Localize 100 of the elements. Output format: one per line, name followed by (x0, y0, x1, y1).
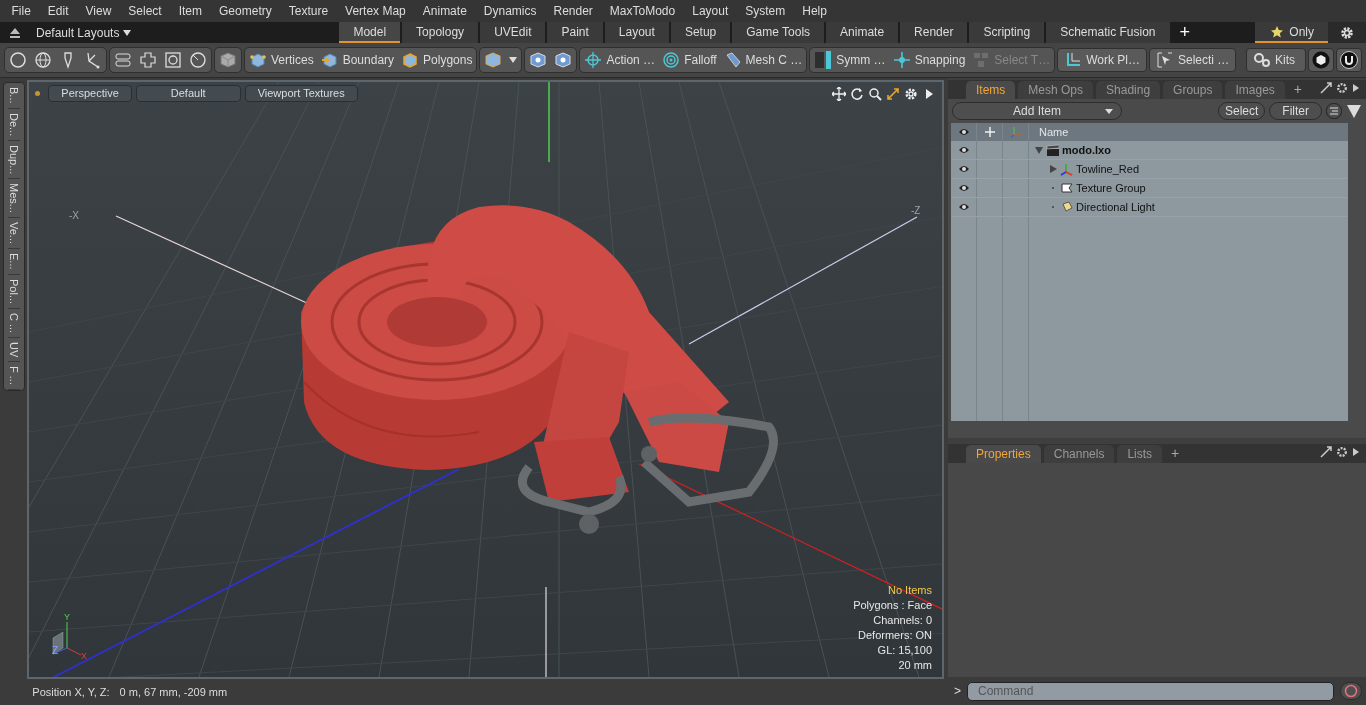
menu-item[interactable]: Geometry (210, 4, 281, 18)
layout-tab[interactable]: Scripting (969, 22, 1045, 43)
status-value: 0 m, 67 mm, -209 mm (119, 686, 228, 698)
menu-item[interactable]: System (736, 4, 794, 18)
side-tab[interactable]: C ... (8, 308, 20, 338)
settings-icon[interactable] (1340, 25, 1354, 40)
gizmo-label: Y (64, 612, 71, 622)
select-button[interactable]: Select (1217, 102, 1266, 120)
eye-icon (957, 126, 970, 138)
layouts-dropdown[interactable]: Default Layouts (28, 22, 140, 43)
play-icon[interactable] (1352, 446, 1360, 458)
add-tab-button[interactable]: + (1165, 445, 1186, 463)
layout-tab[interactable]: Setup (670, 22, 731, 43)
settings-icon[interactable] (1336, 82, 1348, 94)
side-tab[interactable]: UV (8, 337, 20, 363)
cube-icon (320, 51, 339, 69)
filter-icon[interactable] (1346, 103, 1362, 119)
menu-item[interactable]: Dynamics (475, 4, 545, 18)
menu-item[interactable]: Vertex Map (336, 4, 415, 18)
list-options-icon[interactable] (1326, 103, 1342, 119)
side-tab[interactable]: De... (8, 108, 20, 141)
menu-item[interactable]: Item (170, 4, 211, 18)
eye-icon[interactable] (957, 182, 970, 194)
command-field[interactable]: Command (967, 681, 1334, 701)
layout-tab[interactable]: Paint (547, 22, 603, 43)
status-light (35, 91, 41, 96)
panel-tab[interactable]: Channels (1043, 445, 1115, 463)
menu-item[interactable]: Texture (280, 4, 337, 18)
record-button[interactable] (1340, 682, 1362, 700)
menu-item[interactable]: Animate (414, 4, 476, 18)
filter-button[interactable]: Filter (1269, 102, 1322, 120)
viewport-button[interactable]: Viewport Textures (244, 85, 358, 102)
panel-tab[interactable]: Items (966, 81, 1016, 99)
viewport-button[interactable]: Perspective (48, 85, 132, 102)
menu-item[interactable]: MaxToModo (601, 4, 684, 18)
side-tab[interactable]: F ... (8, 362, 20, 391)
add-tab-button[interactable]: + (1171, 22, 1198, 43)
axis-label: -Z (911, 205, 921, 216)
panel-tab[interactable]: Lists (1117, 445, 1163, 463)
cube-icon (249, 51, 267, 69)
side-tab[interactable]: Dup... (8, 140, 20, 180)
panel-tab[interactable]: Mesh Ops (1018, 81, 1094, 99)
layout-tab[interactable]: UVEdit (480, 22, 546, 43)
layout-tab[interactable]: Render (900, 22, 968, 43)
side-tab[interactable]: Pol... (8, 274, 20, 309)
collapsed-triangle-icon[interactable] (1049, 165, 1057, 173)
menu-item[interactable]: Edit (39, 4, 78, 18)
tree-item[interactable]: Directional Light (1076, 201, 1155, 213)
lamp-icon (1060, 200, 1073, 214)
tree-item[interactable]: Towline_Red (1076, 163, 1139, 175)
expand-icon[interactable] (1320, 82, 1332, 94)
tree-item[interactable]: modo.lxo (1062, 144, 1111, 156)
play-icon[interactable] (1352, 82, 1360, 94)
eye-icon[interactable] (957, 144, 970, 156)
menu-item[interactable]: Help (793, 4, 836, 18)
rings-icon (662, 51, 681, 69)
side-tab[interactable]: Mes... (8, 179, 20, 219)
side-tab[interactable]: B... (8, 83, 20, 109)
viewport-info-text: Deformers: ON (858, 628, 932, 643)
side-tab[interactable]: E... (8, 249, 20, 275)
expanded-triangle-icon[interactable] (1035, 146, 1043, 154)
panel-tab[interactable]: Properties (966, 445, 1041, 463)
layout-tab[interactable]: Topology (402, 22, 479, 43)
eye-icon[interactable] (957, 163, 970, 175)
layout-tab[interactable]: Model (339, 22, 401, 43)
layout-tab[interactable]: Layout (604, 22, 669, 43)
search-icon[interactable] (868, 86, 882, 101)
menu-item[interactable]: Select (119, 4, 171, 18)
panel-tab[interactable]: Groups (1163, 81, 1223, 99)
mirror-bars-icon (814, 51, 833, 69)
only-toggle[interactable]: Only (1255, 22, 1328, 43)
move-icon[interactable] (832, 86, 846, 101)
tree-item[interactable]: Texture Group (1076, 182, 1146, 194)
settings-icon[interactable] (1336, 446, 1348, 458)
toolbar-button[interactable]: Work Pl… (1057, 48, 1147, 72)
bridge-icon (114, 51, 132, 69)
panel-tab[interactable]: Images (1225, 81, 1285, 99)
layout-tab[interactable]: Schematic Fusion (1046, 22, 1170, 43)
panel-tab[interactable]: Shading (1096, 81, 1161, 99)
add-item-dropdown[interactable]: Add Item (952, 102, 1122, 120)
cubes-icon (972, 51, 991, 69)
rotate-icon[interactable] (850, 86, 864, 101)
menu-item[interactable]: Render (545, 4, 602, 18)
u-logo-button[interactable] (1336, 48, 1362, 72)
toolbar-button[interactable]: Kits (1246, 48, 1306, 72)
viewport-button[interactable]: Default (135, 85, 241, 102)
menu-item[interactable]: Layout (683, 4, 737, 18)
toolbar-button[interactable]: Selecti … (1148, 48, 1237, 72)
add-tab-button[interactable]: + (1287, 81, 1308, 99)
side-tab[interactable]: Ve... (8, 218, 20, 250)
cube-logo-button[interactable] (1308, 48, 1334, 72)
expand-icon[interactable] (886, 86, 900, 101)
eye-icon[interactable] (957, 201, 970, 213)
menu-item[interactable]: View (77, 4, 120, 18)
menu-item[interactable]: File (3, 4, 40, 18)
layout-tab[interactable]: Animate (826, 22, 899, 43)
status-label: Position X, Y, Z: (32, 686, 110, 698)
expand-icon[interactable] (1320, 446, 1332, 458)
layout-tab[interactable]: Game Tools (732, 22, 825, 43)
viewport-info-text: Channels: 0 (873, 613, 932, 628)
